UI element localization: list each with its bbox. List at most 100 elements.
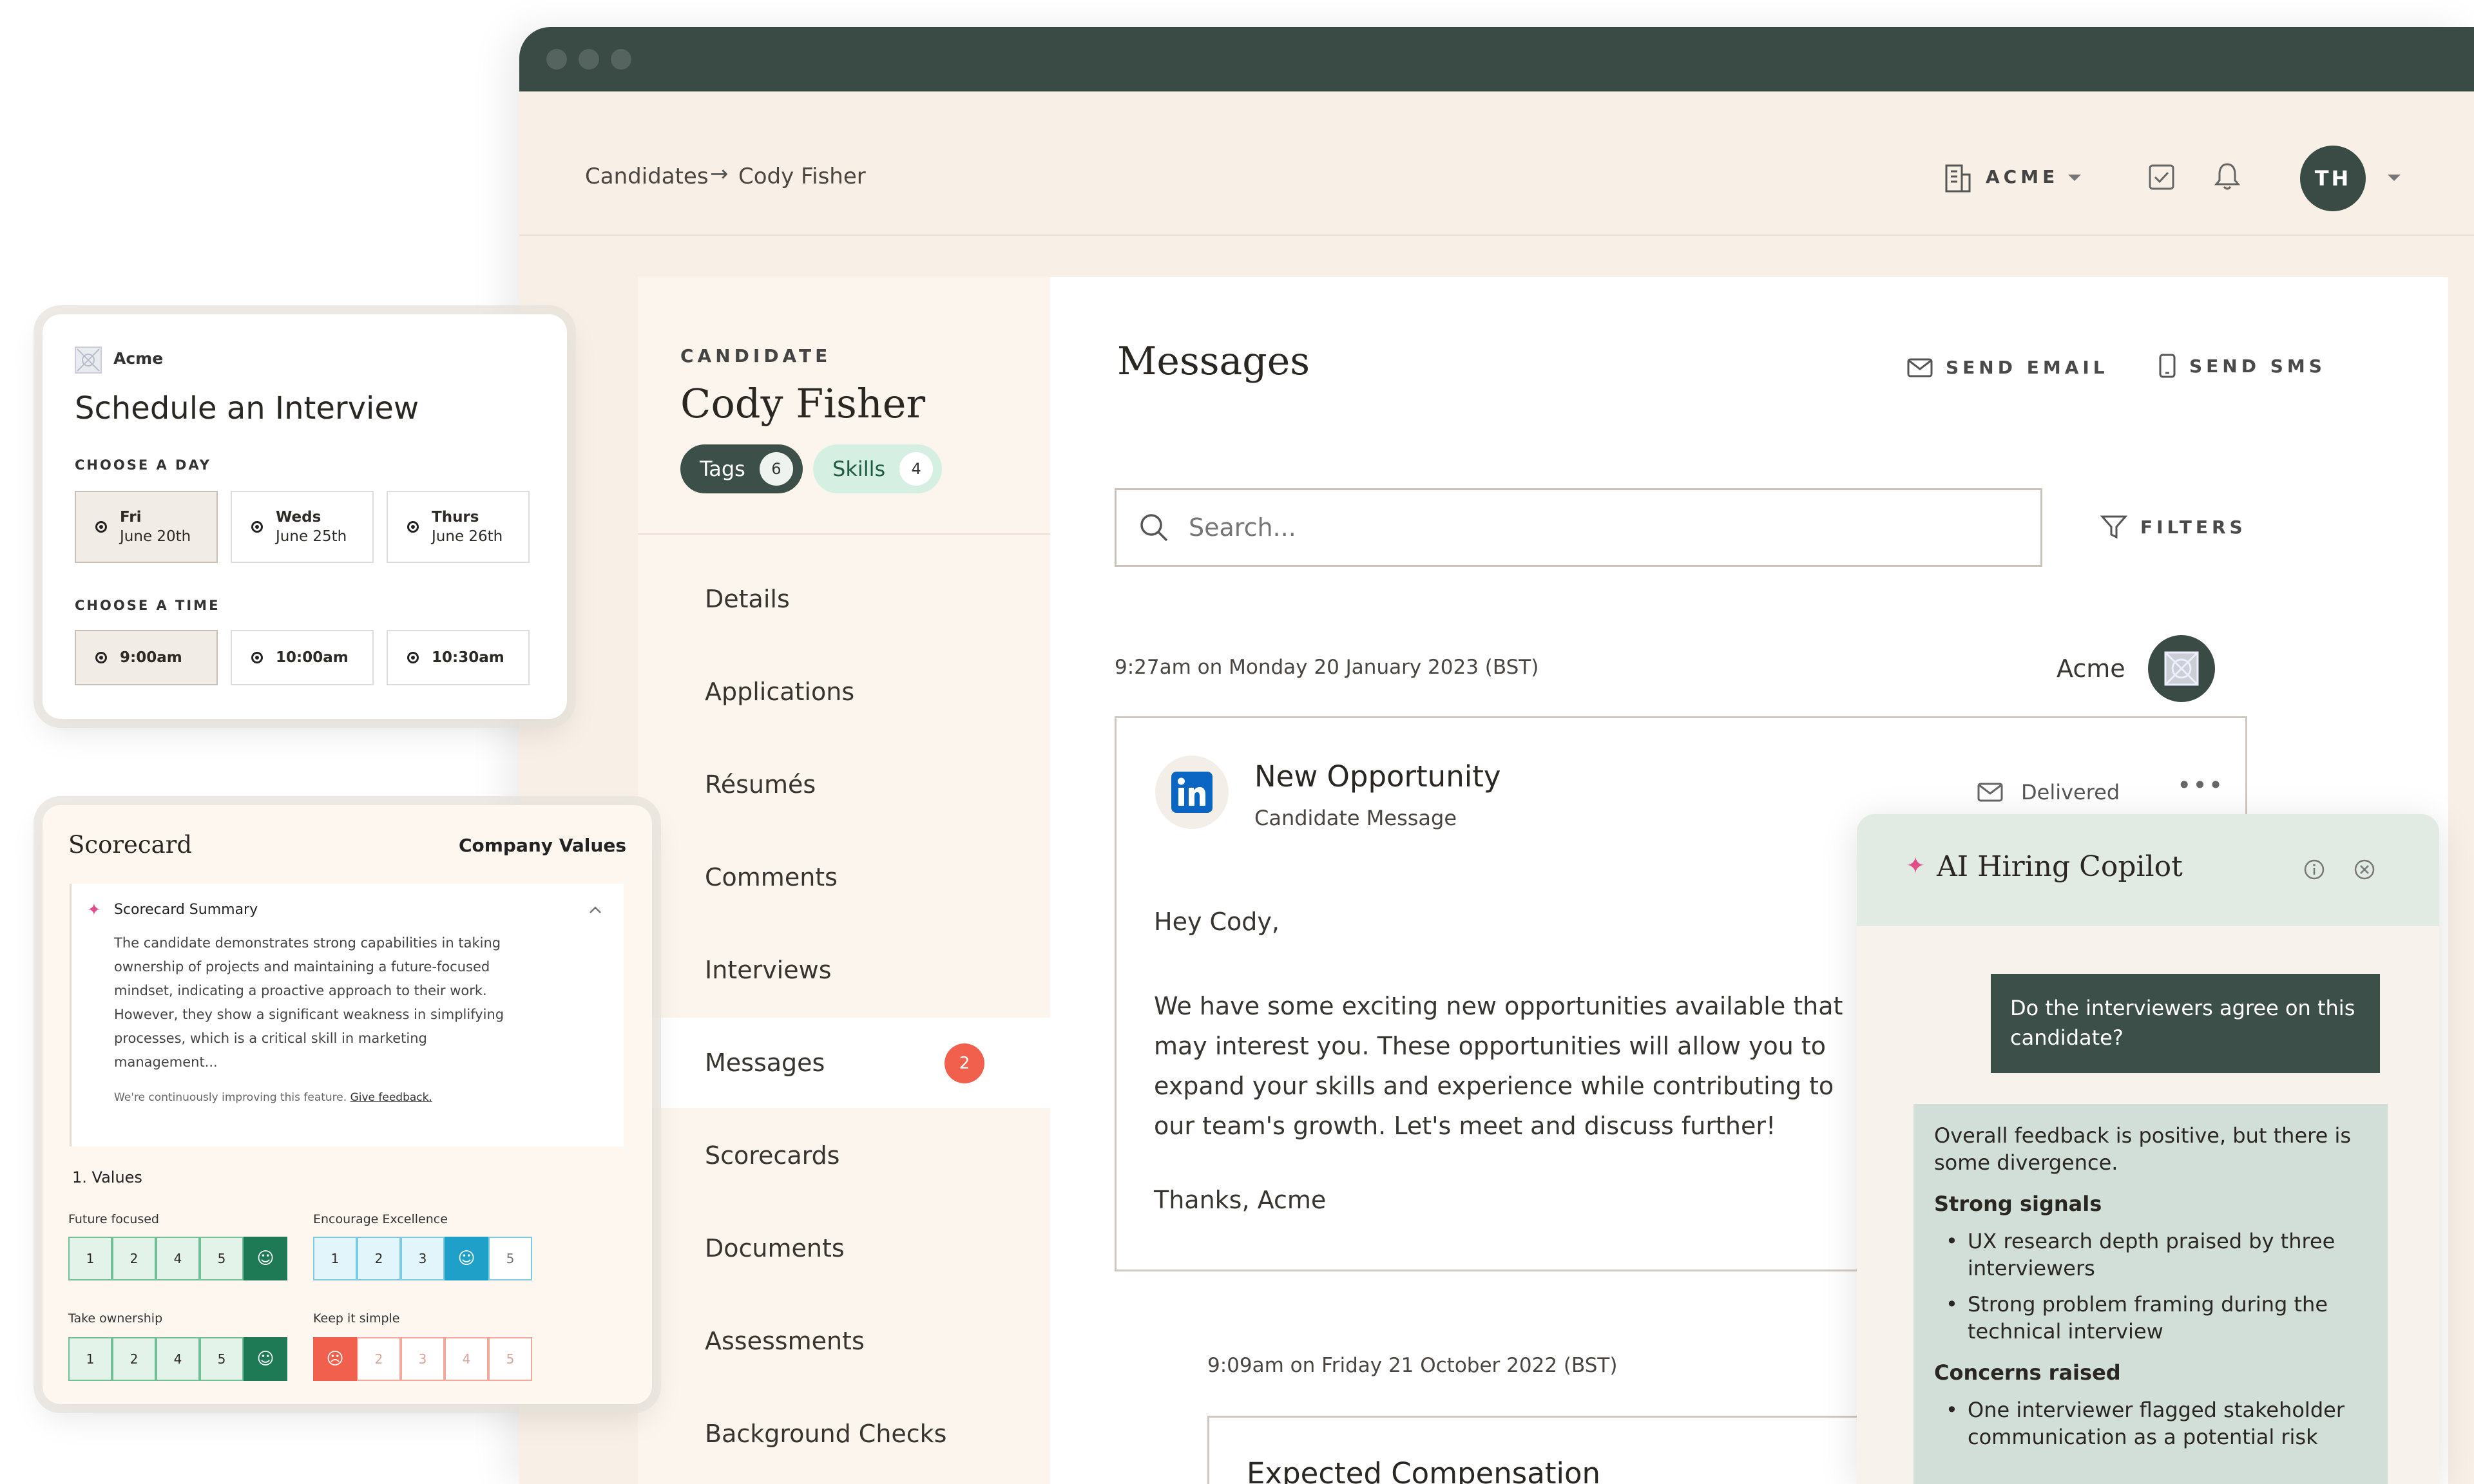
rating-cell[interactable]: 3 [401, 1337, 445, 1381]
day-option-weds[interactable]: Weds June 25th [231, 491, 374, 563]
nav-item-resumes[interactable]: Résumés [638, 739, 1050, 830]
filters-button[interactable]: FILTERS [2100, 514, 2247, 540]
day-label: CHOOSE A DAY [75, 457, 211, 473]
schedule-interview-card: Acme Schedule an Interview CHOOSE A DAY … [43, 314, 567, 719]
window-close-dot[interactable] [546, 49, 567, 70]
summary-line: management... [114, 1054, 218, 1070]
search-input[interactable] [1189, 504, 2026, 551]
skills-pill[interactable]: Skills 4 [813, 444, 942, 493]
tags-count: 6 [759, 452, 793, 486]
nav-item-applications[interactable]: Applications [638, 647, 1050, 737]
bullet: • [1946, 1292, 1958, 1317]
filter-icon [2100, 515, 2127, 539]
rating-cell[interactable]: 3 [401, 1237, 445, 1280]
chevron-down-icon[interactable] [2386, 173, 2402, 183]
rating-cell[interactable]: 5 [200, 1237, 244, 1280]
schedule-org: Acme [113, 349, 164, 368]
nav-item-background-checks[interactable]: Background Checks [638, 1389, 1050, 1479]
tags-label: Tags [700, 457, 745, 481]
time-option-900[interactable]: 9:00am [75, 630, 218, 685]
message-timestamp: 9:27am on Monday 20 January 2023 (BST) [1115, 656, 1539, 679]
scorecard-section: Company Values [458, 835, 626, 856]
summary-line: However, they show a significant weaknes… [114, 1007, 504, 1022]
more-options-icon[interactable]: ••• [2177, 771, 2224, 799]
top-bar: Candidates → Cody Fisher ACME TH [519, 91, 2474, 236]
bullet-line: UX research depth praised by three [1968, 1229, 2335, 1253]
strong-signals-heading: Strong signals [1934, 1192, 2102, 1216]
strong-signal-item: • Strong problem framing during the tech… [1934, 1291, 2367, 1345]
time-option-1030[interactable]: 10:30am [387, 630, 530, 685]
radio-icon [407, 652, 419, 663]
rating-cell[interactable]: 1 [68, 1337, 112, 1381]
summary-line: ownership of projects and maintaining a … [114, 959, 490, 975]
user-question-bubble: Do the interviewers agree on this candid… [1991, 974, 2380, 1073]
rating-cell[interactable]: 4 [156, 1237, 200, 1280]
smile-icon[interactable]: ☺ [244, 1237, 287, 1280]
feedback-note-text: We're continuously improving this featur… [114, 1091, 347, 1104]
messages-count-badge: 2 [945, 1043, 984, 1083]
message-body-line: our team's growth. Let's meet and discus… [1154, 1112, 1776, 1140]
chevron-down-icon[interactable] [2067, 173, 2082, 183]
sparkle-icon: ✦ [1906, 853, 1926, 879]
message-search-box[interactable] [1115, 488, 2042, 567]
answer-line: Overall feedback is positive, but there … [1934, 1123, 2351, 1148]
values-heading: 1. Values [72, 1168, 142, 1186]
message-subject: New Opportunity [1254, 759, 1501, 794]
close-icon[interactable] [2353, 858, 2376, 881]
rating-cell[interactable]: 1 [68, 1237, 112, 1280]
rating-cell[interactable]: 2 [112, 1237, 156, 1280]
day-option-fri[interactable]: Fri June 20th [75, 491, 218, 563]
nav-item-assessments[interactable]: Assessments [638, 1296, 1050, 1386]
rating-cell[interactable]: 2 [112, 1337, 156, 1381]
tags-pill[interactable]: Tags 6 [680, 444, 803, 493]
org-switcher[interactable]: ACME [1986, 166, 2058, 187]
day-date: June 26th [432, 528, 503, 545]
rating-cell[interactable]: 2 [357, 1237, 401, 1280]
checkbox-task-icon[interactable] [2148, 164, 2175, 191]
frown-icon[interactable]: ☹ [313, 1337, 357, 1381]
nav-item-documents[interactable]: Documents [638, 1203, 1050, 1293]
candidate-eyebrow: CANDIDATE [680, 345, 832, 366]
summary-line: processes, which is a critical skill in … [114, 1031, 427, 1046]
nav-item-messages[interactable]: Messages 2 [638, 1018, 1050, 1108]
rating-cell[interactable]: 5 [488, 1337, 532, 1381]
rating-cell[interactable]: 4 [156, 1337, 200, 1381]
rating-cell[interactable]: 4 [445, 1337, 488, 1381]
send-email-button[interactable]: SEND EMAIL [1907, 357, 2109, 378]
time-value: 10:30am [432, 649, 504, 666]
bullet: • [1946, 1398, 1958, 1422]
nav-item-scorecards[interactable]: Scorecards [638, 1110, 1050, 1201]
window-minimize-dot[interactable] [579, 49, 599, 70]
day-name: Weds [276, 509, 321, 526]
user-avatar[interactable]: TH [2300, 146, 2366, 211]
day-date: June 20th [120, 528, 191, 545]
chevron-up-icon[interactable] [588, 906, 602, 915]
bullet-line: technical interview [1968, 1319, 2163, 1344]
give-feedback-link[interactable]: Give feedback. [350, 1091, 432, 1104]
smile-icon[interactable]: ☺ [445, 1237, 488, 1280]
time-option-1000[interactable]: 10:00am [231, 630, 374, 685]
candidate-sidebar: CANDIDATE Cody Fisher Tags 6 Skills 4 De… [638, 277, 1050, 1484]
window-titlebar [519, 27, 2474, 91]
send-sms-label: SEND SMS [2189, 355, 2326, 377]
concern-item: • One interviewer flagged stakeholder co… [1934, 1396, 2367, 1451]
nav-item-interviews[interactable]: Interviews [638, 925, 1050, 1015]
bell-icon[interactable] [2214, 161, 2241, 192]
info-icon[interactable] [2303, 858, 2326, 881]
envelope-icon [1907, 358, 1933, 377]
nav-item-comments[interactable]: Comments [638, 832, 1050, 922]
rating-cell[interactable]: 1 [313, 1237, 357, 1280]
rating-label: Take ownership [68, 1311, 163, 1326]
ai-copilot-panel: ✦ AI Hiring Copilot Do the interviewers … [1857, 814, 2439, 1484]
nav-item-details[interactable]: Details [638, 554, 1050, 644]
rating-cell[interactable]: 2 [357, 1337, 401, 1381]
breadcrumb-root[interactable]: Candidates [585, 164, 709, 189]
send-sms-button[interactable]: SEND SMS [2158, 353, 2326, 379]
rating-cell[interactable]: 5 [488, 1237, 532, 1280]
radio-icon [407, 521, 419, 533]
rating-cell[interactable]: 5 [200, 1337, 244, 1381]
rating-label: Encourage Excellence [313, 1212, 448, 1226]
day-option-thurs[interactable]: Thurs June 26th [387, 491, 530, 563]
window-zoom-dot[interactable] [611, 49, 631, 70]
smile-icon[interactable]: ☺ [244, 1337, 287, 1381]
